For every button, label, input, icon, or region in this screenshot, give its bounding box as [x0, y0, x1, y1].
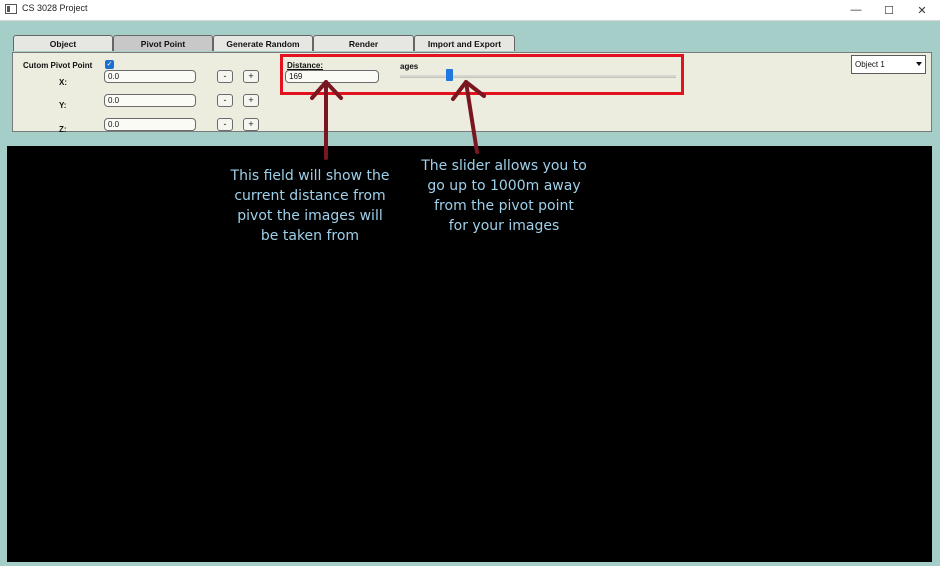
y-plus-button[interactable]: + — [243, 94, 259, 107]
chevron-down-icon — [916, 62, 922, 66]
highlight-box — [280, 54, 684, 95]
custom-pivot-checkbox[interactable]: ✓ — [105, 60, 114, 69]
app-icon — [5, 4, 17, 14]
note-line: be taken from — [260, 228, 360, 244]
tab-render[interactable]: Render — [313, 35, 414, 51]
custom-pivot-label: Cutom Pivot Point — [23, 61, 93, 70]
minimize-button[interactable]: — — [838, 0, 874, 20]
note-line: go up to 1000m away — [427, 178, 581, 194]
distance-field-note: This field will show the current distanc… — [220, 166, 400, 246]
tab-import-export[interactable]: Import and Export — [414, 35, 515, 51]
z-field[interactable]: 0.0 — [104, 118, 196, 131]
x-plus-button[interactable]: + — [243, 70, 259, 83]
note-line: current distance from — [234, 188, 386, 204]
note-line: pivot the images will — [237, 208, 383, 224]
z-minus-button[interactable]: - — [217, 118, 233, 131]
z-label: Z: — [59, 125, 67, 134]
note-line: This field will show the — [230, 168, 390, 184]
x-label: X: — [59, 78, 67, 87]
tab-generate-random[interactable]: Generate Random — [213, 35, 313, 51]
y-minus-button[interactable]: - — [217, 94, 233, 107]
window-title: CS 3028 Project — [22, 3, 88, 13]
object-select[interactable]: Object 1 — [851, 55, 926, 74]
tab-object[interactable]: Object — [13, 35, 113, 51]
x-minus-button[interactable]: - — [217, 70, 233, 83]
y-field[interactable]: 0.0 — [104, 94, 196, 107]
maximize-button[interactable]: ☐ — [871, 0, 907, 20]
y-label: Y: — [59, 101, 67, 110]
x-field[interactable]: 0.0 — [104, 70, 196, 83]
title-bar: CS 3028 Project — ☐ ✕ — [0, 0, 940, 21]
object-select-value: Object 1 — [855, 60, 885, 69]
tab-pivot-point[interactable]: Pivot Point — [113, 35, 213, 51]
note-line: for your images — [448, 218, 560, 234]
note-line: The slider allows you to — [421, 158, 587, 174]
z-plus-button[interactable]: + — [243, 118, 259, 131]
note-line: from the pivot point — [434, 198, 574, 214]
slider-note: The slider allows you to go up to 1000m … — [404, 156, 604, 236]
close-button[interactable]: ✕ — [904, 0, 940, 20]
